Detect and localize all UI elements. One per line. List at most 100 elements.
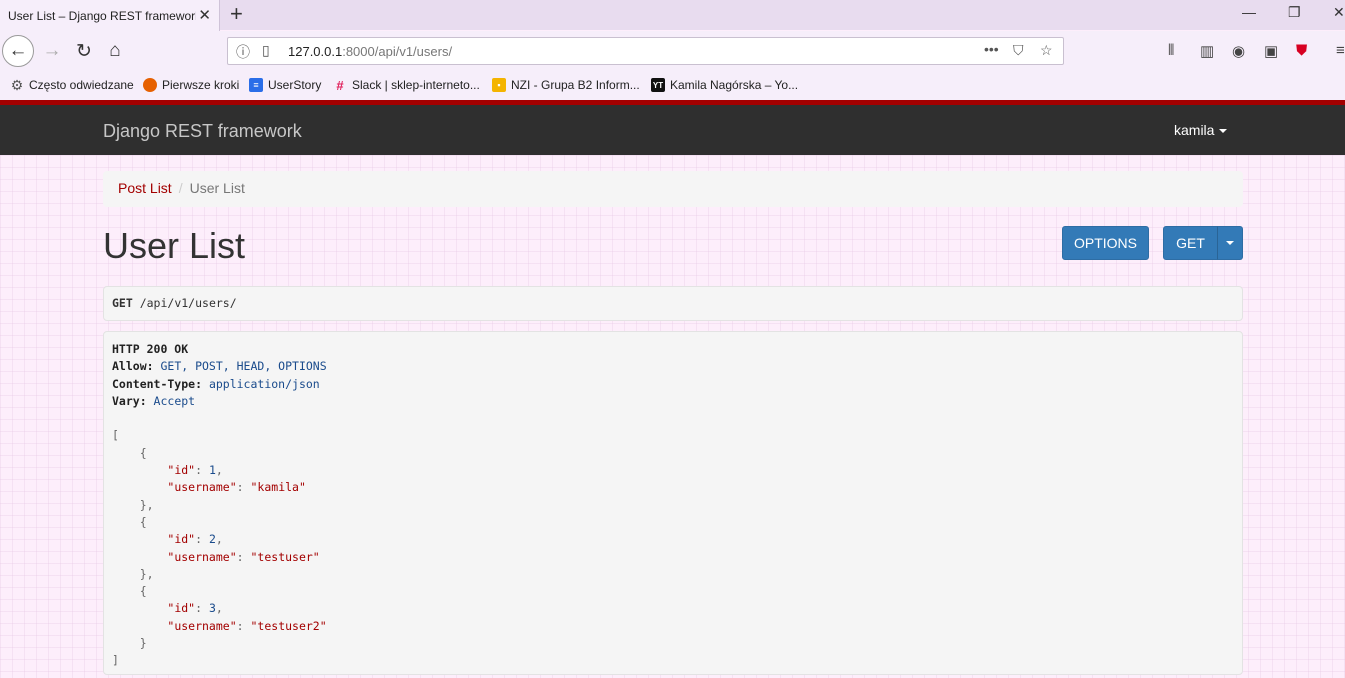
options-button[interactable]: OPTIONS [1062,226,1149,260]
json-number: 3 [208,601,216,616]
json-obj-close: }, [112,566,1234,583]
json-key: "username" [167,480,237,495]
brace: { [139,584,147,599]
restore-icon[interactable]: ❐ [1288,4,1301,21]
header-key: Content-Type: [112,376,203,391]
url-text[interactable]: 127.0.0.1:8000/api/v1/users/ [288,44,452,59]
user-dropdown[interactable]: kamila [1174,122,1228,138]
header-value: Accept [146,393,196,408]
json-key: "id" [167,532,196,547]
bookmark-label: NZI - Grupa B2 Inform... [511,78,640,92]
json-id-line: "id": 2, [112,531,1234,548]
json-obj-open: { [112,514,1234,531]
json-id-line: "id": 1, [112,462,1234,479]
json-key: "username" [167,549,237,564]
breadcrumb-link-post-list[interactable]: Post List [118,180,172,196]
page-content: Post List / User List User List OPTIONS GE… [0,155,1345,678]
bookmark-label: Pierwsze kroki [162,78,240,92]
browser-tab-bar: User List – Django REST framework ✕ + — … [0,0,1345,31]
header-key: Vary: [112,393,147,408]
comma: , [215,601,223,616]
doc-icon: ≡ [249,78,263,92]
colon: : [195,463,209,478]
bookmark-item[interactable]: ⚙ Często odwiedzane [10,76,134,93]
new-tab-icon[interactable]: + [230,2,243,26]
brace: } [139,636,147,651]
brace: }, [139,497,154,512]
close-icon[interactable]: ✕ [198,6,211,24]
json-number: 1 [208,463,216,478]
screenshot-icon[interactable]: ▣ [1264,42,1278,60]
json-id-line: "id": 3, [112,600,1234,617]
firefox-icon [143,78,157,92]
header-key: Allow: [112,359,154,374]
json-string: "testuser2" [250,618,327,633]
brace: { [139,514,147,529]
json-number: 2 [208,532,216,547]
more-actions-icon[interactable]: ••• [984,41,999,57]
bookmark-item[interactable]: # Slack | sklep-interneto... [333,77,480,93]
url-host: 127.0.0.1 [288,44,343,59]
user-name: kamila [1174,122,1215,138]
reload-icon[interactable]: ↻ [68,35,100,67]
brace: }, [139,566,154,581]
window-close-icon[interactable]: ✕ [1333,4,1345,21]
back-arrow-icon[interactable]: ← [2,35,34,67]
json-string: "testuser" [250,549,320,564]
info-shield-icon[interactable]: ⓘ [236,42,250,62]
colon: : [195,601,209,616]
json-key: "username" [167,618,237,633]
comma: , [215,532,223,547]
page-icon: ▯ [262,42,270,58]
json-username-line: "username": "testuser" [112,549,1234,566]
get-button[interactable]: GET [1163,226,1218,260]
bookmark-label: Często odwiedzane [29,78,134,92]
json-username-line: "username": "kamila" [112,479,1234,496]
request-method: GET [112,296,133,310]
menu-icon[interactable]: ≡ [1336,42,1345,59]
minimize-icon[interactable]: — [1242,4,1256,20]
library-icon[interactable]: ⫴ [1168,42,1174,59]
yt-icon: YT [651,78,665,92]
bookmark-label: Kamila Nagórska – Yo... [670,78,799,92]
classroom-icon: ▪ [492,78,506,92]
url-bar[interactable]: ⓘ ▯ 127.0.0.1:8000/api/v1/users/ ••• ⛉ ☆ [227,37,1064,65]
json-close: ] [112,653,119,668]
bookmark-item[interactable]: ▪ NZI - Grupa B2 Inform... [492,78,640,92]
bookmark-star-icon[interactable]: ☆ [1040,42,1053,59]
home-icon[interactable]: ⌂ [99,35,131,67]
colon: : [236,618,251,633]
slack-icon: # [336,77,344,93]
account-icon[interactable]: ◉ [1232,42,1245,60]
json-username-line: "username": "testuser2" [112,618,1234,635]
forward-arrow-icon[interactable]: → [36,35,68,67]
response-header: Allow: GET, POST, HEAD, OPTIONS [112,358,1234,375]
browser-tab[interactable]: User List – Django REST framework ✕ [0,0,220,31]
breadcrumb-active: User List [189,180,245,196]
request-info: GET /api/v1/users/ [103,286,1243,321]
json-obj-close: } [112,635,1234,652]
browser-toolbar: ← → ↻ ⌂ ⓘ ▯ 127.0.0.1:8000/api/v1/users/… [0,31,1345,71]
sidebar-icon[interactable]: ▥ [1200,42,1214,60]
tab-title: User List – Django REST framework [8,8,196,23]
brand-link[interactable]: Django REST framework [103,121,302,142]
response-status: HTTP 200 OK [112,342,189,356]
breadcrumb-separator: / [178,180,183,196]
pocket-icon[interactable]: ⛉ [1013,42,1024,59]
shield-icon[interactable]: ⛊ [1296,42,1307,59]
response-header: Content-Type: application/json [112,376,1234,393]
gear-icon: ⚙ [10,76,24,93]
bookmarks-toolbar: ⚙ Często odwiedzane Pierwsze kroki ≡ Use… [0,71,1345,100]
colon: : [236,480,251,495]
bookmark-label: UserStory [268,78,322,92]
bookmark-item[interactable]: Pierwsze kroki [143,78,239,92]
json-obj-close: }, [112,497,1234,514]
bookmark-label: Slack | sklep-interneto... [352,78,480,92]
json-key: "id" [167,601,196,616]
caret-down-icon [1226,241,1234,245]
header-value: application/json [202,376,320,391]
bookmark-item[interactable]: YT Kamila Nagórska – Yo... [651,78,798,92]
get-format-dropdown[interactable] [1217,226,1243,260]
bookmark-item[interactable]: ≡ UserStory [249,78,321,92]
